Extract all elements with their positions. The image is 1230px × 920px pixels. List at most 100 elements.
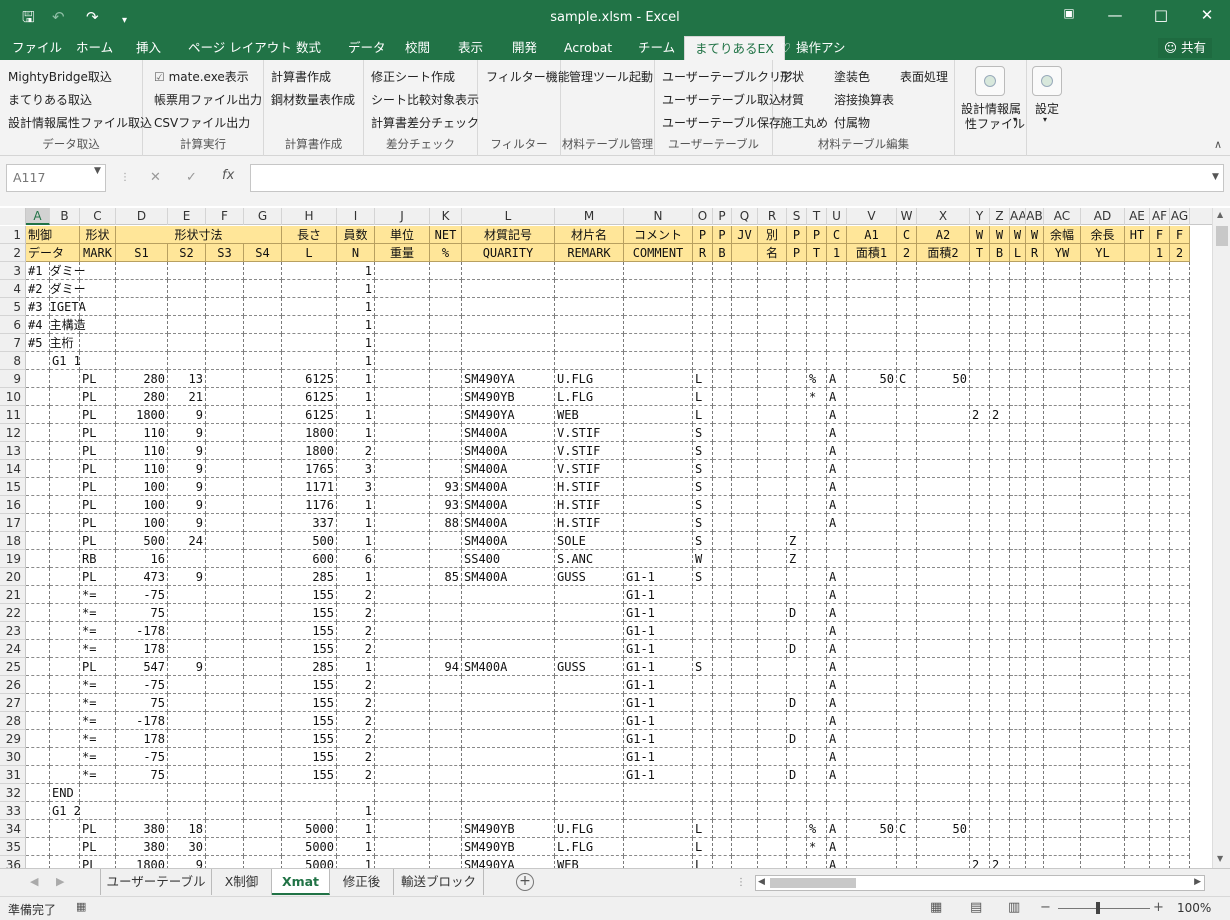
cell[interactable]: 2 [337,748,375,766]
cell[interactable]: W [1010,226,1026,244]
cell[interactable] [50,316,80,334]
cell[interactable] [26,496,50,514]
cell[interactable] [990,784,1010,802]
cell[interactable] [206,838,244,856]
cell[interactable] [555,316,624,334]
cell[interactable]: 1 [827,244,847,262]
cell[interactable] [375,604,430,622]
cell[interactable]: 9 [168,658,206,676]
cell[interactable]: 500 [282,532,337,550]
cell[interactable] [990,712,1010,730]
formula-input[interactable] [250,164,1224,192]
cell[interactable] [897,730,917,748]
cell[interactable] [847,838,897,856]
cell[interactable] [917,298,970,316]
cell[interactable] [26,658,50,676]
cell[interactable] [1044,730,1081,748]
cell[interactable] [787,298,807,316]
select-all-corner[interactable] [0,208,26,225]
cell[interactable] [917,838,970,856]
cell[interactable]: G1-1 [624,712,693,730]
cell[interactable] [847,604,897,622]
cell[interactable] [206,550,244,568]
cell[interactable]: 1 [337,352,375,370]
cell[interactable] [375,694,430,712]
create-report-button[interactable]: 計算書作成 [271,68,331,85]
cell[interactable]: A [827,658,847,676]
shape-button[interactable]: 形状 [780,68,804,85]
cell[interactable] [1081,838,1125,856]
attachments-button[interactable]: 付属物 [834,114,870,131]
lightbulb-icon[interactable]: ♡ [780,36,791,60]
cell[interactable] [1026,622,1044,640]
cell[interactable] [337,784,375,802]
cell[interactable] [80,802,116,820]
cell[interactable]: 重量 [375,244,430,262]
cell[interactable] [1010,262,1026,280]
cell[interactable] [1081,604,1125,622]
cell[interactable] [206,856,244,868]
cell[interactable]: SM490YB [462,820,555,838]
cell[interactable] [758,496,787,514]
cell[interactable]: HT [1125,226,1150,244]
cell[interactable] [1125,586,1150,604]
cell[interactable]: 155 [282,766,337,784]
cell[interactable]: 1 [337,532,375,550]
material-button[interactable]: 材質 [780,91,804,108]
cell[interactable] [375,568,430,586]
cell[interactable] [970,388,990,406]
cell[interactable]: U.FLG [555,370,624,388]
cell[interactable]: S [693,496,713,514]
cell[interactable] [555,262,624,280]
cell[interactable]: JV [732,226,758,244]
cell[interactable]: Z [787,550,807,568]
cell[interactable]: YW [1044,244,1081,262]
cell[interactable] [732,406,758,424]
cell[interactable] [1125,388,1150,406]
cell[interactable] [917,586,970,604]
cell[interactable] [168,550,206,568]
cell[interactable] [917,532,970,550]
cell[interactable] [555,784,624,802]
cell[interactable] [917,856,970,868]
cell[interactable] [1125,262,1150,280]
cell[interactable] [244,784,282,802]
cell[interactable]: PL [80,406,116,424]
column-header-z[interactable]: Z [990,208,1010,225]
cell[interactable] [50,460,80,478]
cell[interactable] [206,604,244,622]
cell[interactable] [732,748,758,766]
cell[interactable] [1170,766,1190,784]
cell[interactable] [758,766,787,784]
cell[interactable] [1026,604,1044,622]
cell[interactable] [206,748,244,766]
cell[interactable] [430,712,462,730]
cell[interactable] [430,316,462,334]
cell[interactable]: % [807,820,827,838]
cell[interactable]: W [693,550,713,568]
page-layout-view-icon[interactable]: ▤ [970,900,982,915]
cell[interactable] [1150,424,1170,442]
cell[interactable]: W [1026,226,1044,244]
cell[interactable] [990,262,1010,280]
cell[interactable]: R [693,244,713,262]
cell[interactable]: 100 [116,496,168,514]
cell[interactable] [897,802,917,820]
cell[interactable] [1170,820,1190,838]
cell[interactable]: -75 [116,676,168,694]
cell[interactable] [827,298,847,316]
cell[interactable]: G1-1 [624,766,693,784]
cell[interactable] [1010,460,1026,478]
cell[interactable] [244,514,282,532]
cell[interactable] [244,820,282,838]
cell[interactable] [375,532,430,550]
cell[interactable] [758,388,787,406]
cell[interactable] [1044,784,1081,802]
cell[interactable] [26,568,50,586]
column-header-f[interactable]: F [206,208,244,225]
cell[interactable]: SM400A [462,424,555,442]
cell[interactable]: 500 [116,532,168,550]
cell[interactable]: *= [80,712,116,730]
cell[interactable] [26,370,50,388]
cell[interactable] [50,532,80,550]
